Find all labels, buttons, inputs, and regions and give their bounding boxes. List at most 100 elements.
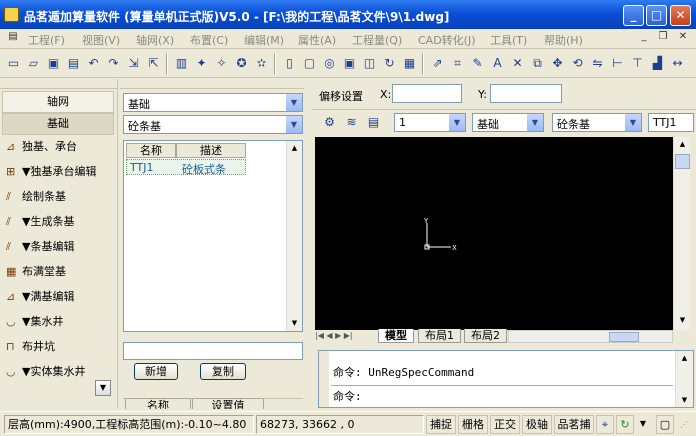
menu-edit[interactable]: 编辑(M) [244, 32, 284, 48]
component-name-input[interactable] [123, 342, 303, 360]
menu-quantity[interactable]: 工程量(Q) [352, 32, 402, 48]
layers-icon[interactable]: ≋ [342, 113, 361, 132]
component-lib-icon[interactable]: ⚙ [320, 113, 339, 132]
floor-settings-icon[interactable]: ▤ [364, 113, 383, 132]
match-icon[interactable]: ⌗ [448, 54, 467, 73]
add-button[interactable]: 新增 [134, 363, 178, 380]
canvas-scroll-down-icon[interactable]: ▼ [675, 313, 690, 328]
trim-icon[interactable]: ⊢ [608, 54, 627, 73]
scroll-up-arrow-icon[interactable]: ▲ [287, 141, 302, 156]
tab-nav-arrows[interactable]: |◀ ◀ ▶ ▶| [315, 329, 379, 343]
menu-help[interactable]: 帮助(H) [544, 32, 583, 48]
menu-layout[interactable]: 布置(C) [190, 32, 228, 48]
item-footing-edit[interactable]: ⊞ ▼独基承台编辑 [6, 160, 96, 184]
menu-view[interactable]: 视图(V) [82, 32, 120, 48]
status-dropdown-icon[interactable]: ▼ [636, 415, 650, 434]
tab-layout1[interactable]: 布局1 [418, 329, 461, 343]
measure-icon[interactable]: ↔ [668, 54, 687, 73]
draw-category-dropdown-icon[interactable]: ▼ [527, 114, 543, 131]
delete-icon[interactable]: ✕ [508, 54, 527, 73]
polar-toggle[interactable]: 极轴 [522, 415, 552, 434]
text-icon[interactable]: A [488, 54, 507, 73]
import-icon[interactable]: ⇲ [124, 54, 143, 73]
table-scrollbar[interactable]: ▲ ▼ [286, 141, 302, 331]
floor-dropdown-icon[interactable]: ▼ [449, 114, 465, 131]
menu-axis[interactable]: 轴网(X) [136, 32, 174, 48]
bulb-on-icon[interactable]: ✦ [192, 54, 211, 73]
ortho-toggle[interactable]: 正交 [490, 415, 520, 434]
export-icon[interactable]: ⇱ [144, 54, 163, 73]
layer-icon[interactable]: ▥ [172, 54, 191, 73]
command-scroll-up-icon[interactable]: ▲ [677, 351, 692, 365]
canvas-hscroll-thumb[interactable] [609, 332, 639, 342]
mirror-icon[interactable]: ⇋ [588, 54, 607, 73]
open-file-icon[interactable]: ▱ [24, 54, 43, 73]
save-icon[interactable]: ▣ [44, 54, 63, 73]
item-isolated-footing[interactable]: ⊿ 独基、承台 [6, 135, 77, 159]
canvas-horizontal-scrollbar[interactable] [508, 330, 673, 343]
table-row[interactable]: TTJ1 砼板式条 [126, 159, 246, 176]
category-dropdown-icon[interactable]: ▼ [286, 94, 302, 111]
grid-toggle[interactable]: 栅格 [458, 415, 488, 434]
refresh-status-icon[interactable]: ↻ [616, 415, 634, 434]
fullscreen-icon[interactable]: ▢ [656, 415, 674, 434]
tab-axis-grid[interactable]: 轴网 [2, 91, 114, 113]
snap-settings-icon[interactable]: ⌖ [596, 415, 614, 434]
column-icon[interactable]: ⊤ [628, 54, 647, 73]
canvas-vertical-scrollbar[interactable]: ▲ ▼ [673, 137, 690, 330]
menu-tools[interactable]: 工具(T) [490, 32, 527, 48]
drawing-canvas[interactable]: Y X [315, 137, 673, 330]
item-draw-strip[interactable]: ⫽ 绘制条基 [6, 185, 66, 209]
zoom-all-icon[interactable]: ▣ [340, 54, 359, 73]
select-icon[interactable]: ⇗ [428, 54, 447, 73]
chart-icon[interactable]: ▟ [648, 54, 667, 73]
scroll-down-arrow-icon[interactable]: ▼ [287, 316, 302, 331]
command-scrollbar[interactable]: ▲ ▼ [675, 351, 693, 407]
offset-y-input[interactable] [490, 84, 562, 103]
bulb-select-icon[interactable]: ✪ [232, 54, 251, 73]
maximize-button[interactable]: □ [646, 5, 667, 26]
snap-toggle[interactable]: 捕捉 [426, 415, 456, 434]
new-file-icon[interactable]: ▭ [4, 54, 23, 73]
mdi-minimize-icon[interactable]: _ [637, 31, 651, 45]
undo-icon[interactable]: ↶ [84, 54, 103, 73]
pinming-snap-toggle[interactable]: 品茗捕 [554, 415, 594, 434]
draw-type-combo[interactable]: 砼条基 ▼ [552, 113, 642, 132]
mdi-restore-icon[interactable]: ❐ [656, 31, 670, 45]
menu-cad-convert[interactable]: CAD转化(J) [418, 32, 476, 48]
type-dropdown-icon[interactable]: ▼ [286, 116, 302, 133]
copy-icon[interactable]: ⧉ [528, 54, 547, 73]
zoom-window-icon[interactable]: ▢ [300, 54, 319, 73]
tab-model[interactable]: 模型 [378, 329, 414, 343]
command-scroll-down-icon[interactable]: ▼ [677, 393, 692, 407]
item-solid-sump[interactable]: ◡ ▼实体集水井 [6, 360, 85, 384]
draw-type-dropdown-icon[interactable]: ▼ [625, 114, 641, 131]
item-raft-foundation[interactable]: ▦ 布满堂基 [6, 260, 66, 284]
item-pit[interactable]: ⊓ 布井坑 [6, 335, 55, 359]
offset-x-input[interactable] [392, 84, 462, 103]
bulb-off-icon[interactable]: ✧ [212, 54, 231, 73]
item-generate-strip[interactable]: ⫽ ▼生成条基 [6, 210, 74, 234]
copy-button[interactable]: 复制 [200, 363, 246, 380]
properties-icon[interactable]: ▦ [400, 54, 419, 73]
category-combo[interactable]: 基础 ▼ [123, 93, 303, 112]
panel-scroll-down[interactable]: ▼ [95, 380, 111, 396]
redo-icon[interactable]: ↷ [104, 54, 123, 73]
draw-category-combo[interactable]: 基础 ▼ [472, 113, 544, 132]
rotate-icon[interactable]: ⟲ [568, 54, 587, 73]
type-combo[interactable]: 砼条基 ▼ [123, 115, 303, 134]
resize-grip-icon[interactable]: ⋰ [680, 420, 692, 434]
zoom-realtime-icon[interactable]: ◎ [320, 54, 339, 73]
brush-icon[interactable]: ✎ [468, 54, 487, 73]
floor-combo[interactable]: 1 ▼ [394, 113, 466, 132]
item-sump[interactable]: ◡ ▼集水井 [6, 310, 63, 334]
mdi-close-icon[interactable]: ✕ [676, 31, 690, 45]
menu-attributes[interactable]: 属性(A) [298, 32, 336, 48]
close-button[interactable]: ✕ [670, 5, 691, 26]
tab-foundation[interactable]: 基础 [2, 113, 114, 135]
command-prompt[interactable]: 命令: [333, 388, 362, 404]
print-icon[interactable]: ▤ [64, 54, 83, 73]
minimize-button[interactable]: _ [623, 5, 644, 26]
canvas-scroll-up-icon[interactable]: ▲ [675, 137, 690, 152]
regen-icon[interactable]: ↻ [380, 54, 399, 73]
